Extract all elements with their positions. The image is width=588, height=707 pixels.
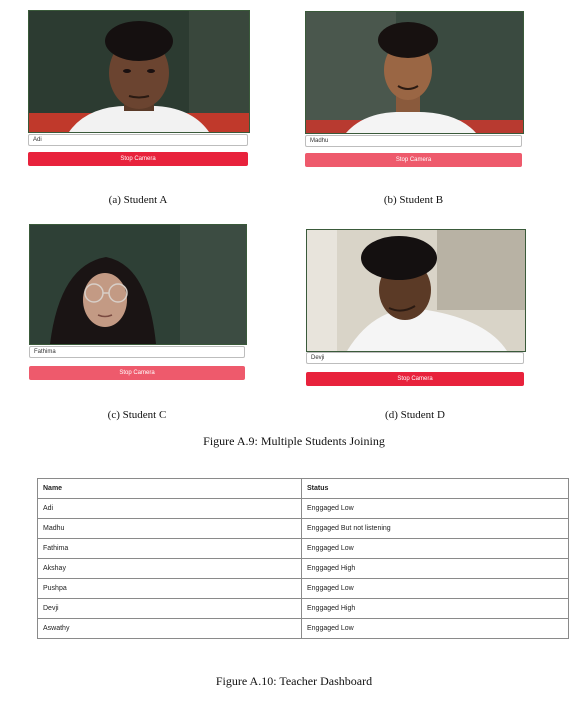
table-row: Aswathy Enggaged Low [37,618,569,639]
table-row: Fathima Enggaged Low [37,538,569,559]
table-row: Devji Enggaged High [37,598,569,619]
figure-caption-a9: Figure A.9: Multiple Students Joining [203,434,385,448]
name-input-student-c[interactable]: Fathima [29,346,245,358]
cell-status: Enggaged Low [301,538,569,559]
caption-student-a: (a) Student A [108,194,168,206]
table-row: Akshay Enggaged High [37,558,569,579]
cell-status: Enggaged But not listening [301,518,569,539]
video-feed-student-b [305,11,524,134]
cell-name: Aswathy [37,618,302,639]
cell-status: Enggaged Low [301,498,569,519]
name-input-student-a[interactable]: Adi [28,134,248,146]
cell-name: Adi [37,498,302,519]
stop-camera-button-student-b[interactable]: Stop Camera [305,153,522,167]
stop-camera-button-student-c[interactable]: Stop Camera [29,366,245,380]
table-row: Pushpa Enggaged Low [37,578,569,599]
table-row: Madhu Enggaged But not listening [37,518,569,539]
stop-camera-button-student-d[interactable]: Stop Camera [306,372,524,386]
video-feed-student-a [28,10,250,133]
caption-student-b: (b) Student B [383,194,444,206]
cell-status: Enggaged Low [301,618,569,639]
cell-status: Enggaged High [301,558,569,579]
cell-status: Enggaged High [301,598,569,619]
cell-name: Akshay [37,558,302,579]
name-input-student-d[interactable]: Devji [306,352,524,364]
cell-status: Enggaged Low [301,578,569,599]
cell-name: Pushpa [37,578,302,599]
cell-name: Devji [37,598,302,619]
video-feed-student-d [306,229,526,352]
table-header-row: Name Status [37,478,569,499]
stop-camera-button-student-a[interactable]: Stop Camera [28,152,248,166]
column-header-status: Status [301,478,569,499]
video-feed-student-c [29,224,247,345]
name-input-student-b[interactable]: Madhu [305,135,522,147]
figure-caption-a10: Figure A.10: Teacher Dashboard [215,674,373,688]
cell-name: Fathima [37,538,302,559]
teacher-dashboard-table: Name Status Adi Enggaged Low Madhu Engga… [37,478,569,639]
table-row: Adi Enggaged Low [37,498,569,519]
column-header-name: Name [37,478,302,499]
caption-student-c: (c) Student C [107,409,167,421]
cell-name: Madhu [37,518,302,539]
caption-student-d: (d) Student D [385,409,445,421]
